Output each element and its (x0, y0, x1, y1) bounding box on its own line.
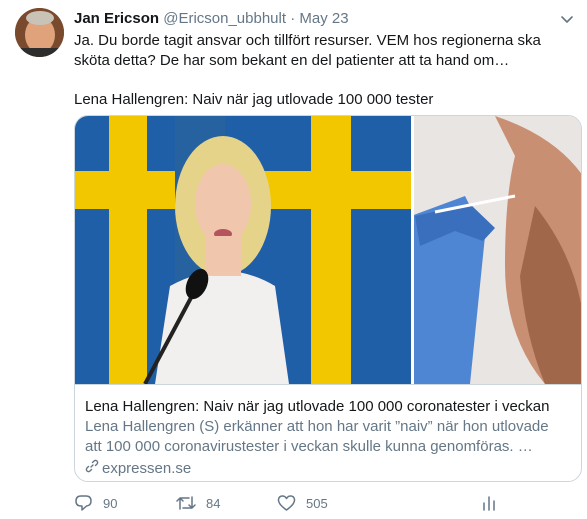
card-description: Lena Hallengren (S) erkänner att hon har… (85, 418, 549, 455)
link-icon (85, 459, 99, 479)
reply-count: 90 (103, 495, 118, 511)
avatar[interactable] (15, 8, 64, 57)
retweet-count: 84 (206, 495, 221, 511)
card-body[interactable]: Lena Hallengren: Naiv när jag utlovade 1… (75, 384, 581, 481)
tweet-text: Ja. Du borde tagit ansvar och tillfört r… (74, 31, 574, 71)
tweet-body: Ja. Du borde tagit ansvar och tillfört r… (74, 32, 541, 69)
chevron-down-icon[interactable] (560, 12, 574, 26)
card-title[interactable]: Lena Hallengren: Naiv när jag utlovade 1… (85, 397, 549, 417)
like-icon (277, 494, 296, 512)
retweet-button[interactable]: 84 (176, 494, 220, 512)
tweet-date[interactable]: May 23 (299, 10, 348, 27)
card-source[interactable]: expressen.se (85, 459, 191, 479)
tweet[interactable]: Jan Ericson @Ericson_ubbhult · May 23 Ja… (0, 0, 587, 519)
author-handle[interactable]: @Ericson_ubbhult (163, 10, 286, 27)
tweet-quote-line: Lena Hallengren: Naiv när jag utlovade 1… (74, 91, 434, 108)
reply-button[interactable]: 90 (74, 494, 117, 512)
like-count: 505 (306, 495, 328, 511)
separator: · (290, 10, 296, 27)
card-source-domain: expressen.se (102, 460, 192, 477)
author-name[interactable]: Jan Ericson (74, 10, 159, 27)
like-button[interactable]: 505 (277, 494, 328, 512)
card-image[interactable] (75, 116, 581, 385)
link-card[interactable]: Lena Hallengren: Naiv när jag utlovade 1… (74, 115, 582, 482)
reply-icon (74, 494, 93, 512)
analytics-button[interactable] (480, 494, 498, 512)
analytics-icon (480, 494, 498, 512)
retweet-icon (176, 494, 196, 512)
tweet-actions: 90 84 505 (74, 494, 584, 514)
tweet-header: Jan Ericson @Ericson_ubbhult · May 23 (74, 9, 349, 29)
